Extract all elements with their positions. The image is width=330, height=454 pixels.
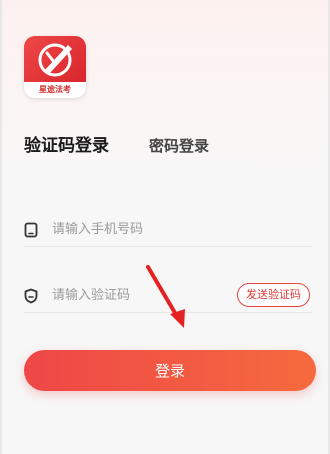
phone-icon [24,222,38,238]
red-arrow-annotation [146,265,185,328]
login-button[interactable]: 登录 [24,350,316,391]
phone-field [24,213,312,247]
logo-mark [24,36,86,82]
tab-password-login[interactable]: 密码登录 [149,135,209,156]
tab-sms-login[interactable]: 验证码登录 [24,131,109,156]
shield-icon [24,288,38,304]
logo-text: 星途法考 [39,85,71,94]
phone-input[interactable] [52,222,212,237]
law-exam-logo-icon [38,43,72,77]
send-code-button[interactable]: 发送验证码 [237,283,310,307]
app-logo: 星途法考 [24,36,86,98]
login-tabs: 验证码登录 密码登录 [24,131,209,156]
